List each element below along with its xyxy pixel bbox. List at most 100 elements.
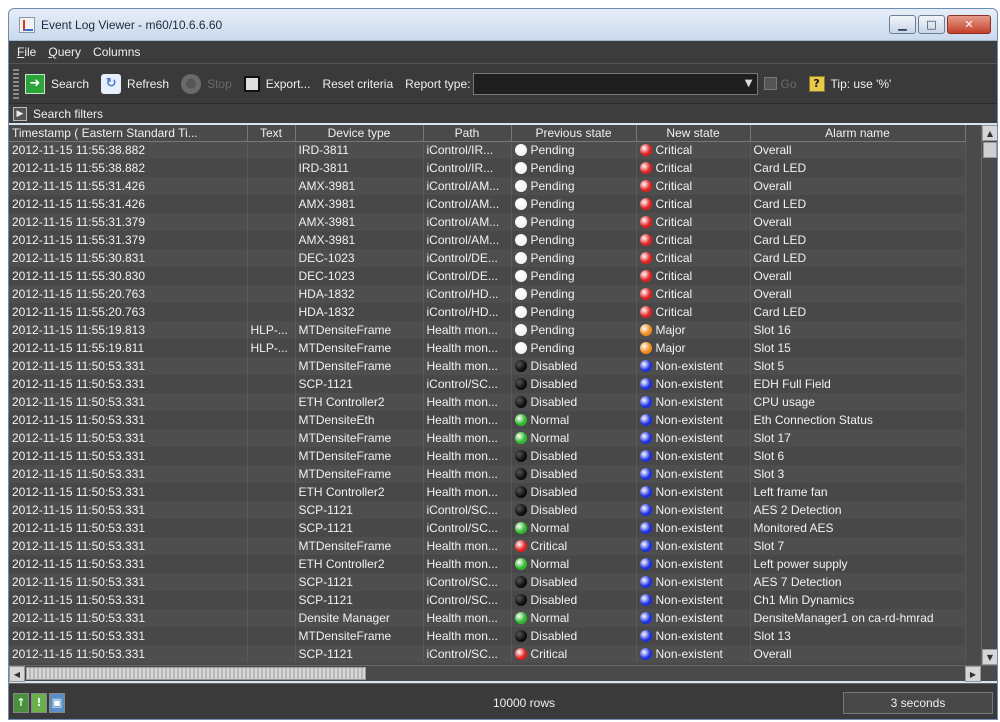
- table-row[interactable]: 2012-11-15 11:55:38.882 IRD-3811 iControl/…: [9, 159, 966, 177]
- vertical-scrollbar[interactable]: ▲ ▼: [981, 125, 997, 665]
- new-state-label: Critical: [655, 143, 693, 158]
- table-row[interactable]: 2012-11-15 11:50:53.331 MTDensiteFrame Hea…: [9, 627, 966, 645]
- status-dot-icon: [514, 144, 527, 157]
- cell-text: [247, 177, 296, 195]
- table-row[interactable]: 2012-11-15 11:55:31.426 AMX-3981 iControl/…: [9, 195, 966, 213]
- table-row[interactable]: 2012-11-15 11:50:53.331 MTDensiteFrame Hea…: [9, 465, 966, 483]
- close-button[interactable]: ✕: [947, 15, 991, 34]
- table-row[interactable]: 2012-11-15 11:50:53.331 MTDensiteFrame Hea…: [9, 447, 966, 465]
- search-filters-bar[interactable]: ▶ Search filters: [9, 103, 997, 123]
- arrow-right-icon: ➜: [25, 73, 45, 94]
- table-row[interactable]: 2012-11-15 11:55:20.763 HDA-1832 iControl/…: [9, 303, 966, 321]
- table-row[interactable]: 2012-11-15 11:50:53.331 MTDensiteFrame Hea…: [9, 357, 966, 375]
- table-row[interactable]: 2012-11-15 11:55:31.426 AMX-3981 iControl/…: [9, 177, 966, 195]
- cell-text: [247, 249, 296, 267]
- stop-label: Stop: [207, 76, 232, 91]
- col-header-alarm-name[interactable]: Alarm name: [750, 125, 966, 142]
- alert-icon[interactable]: !: [31, 692, 47, 713]
- cell-alarm-name: Slot 7: [750, 537, 966, 555]
- horizontal-scroll-thumb[interactable]: [26, 667, 366, 680]
- cell-text: [247, 393, 296, 411]
- table-row[interactable]: 2012-11-15 11:50:53.331 ETH Controller2 He…: [9, 393, 966, 411]
- table-row[interactable]: 2012-11-15 11:50:53.331 SCP-1121 iControl/…: [9, 519, 966, 537]
- col-header-new-state[interactable]: New state: [636, 125, 751, 142]
- new-state-label: Non-existent: [655, 647, 723, 661]
- cell-text: HLP-...: [247, 339, 296, 357]
- reset-criteria-button[interactable]: Reset criteria: [322, 77, 393, 91]
- table-row[interactable]: 2012-11-15 11:55:30.831 DEC-1023 iControl/…: [9, 249, 966, 267]
- sort-ascending-icon[interactable]: ↑: [13, 692, 29, 713]
- status-dot-icon: [514, 630, 527, 642]
- cell-alarm-name: Slot 16: [750, 321, 966, 339]
- cell-path: iControl/SC...: [423, 591, 512, 609]
- stop-button[interactable]: ● Stop: [181, 73, 232, 94]
- table-row[interactable]: 2012-11-15 11:55:30.830 DEC-1023 iControl/…: [9, 267, 966, 285]
- cell-previous-state: Pending: [511, 213, 637, 231]
- status-dot-icon: [514, 612, 527, 624]
- toolbar-grip[interactable]: [13, 68, 19, 99]
- refresh-button[interactable]: ↻ Refresh: [101, 73, 169, 94]
- expand-icon[interactable]: ▶: [13, 106, 27, 121]
- scroll-down-icon[interactable]: ▼: [982, 649, 997, 665]
- status-dot-icon: [514, 396, 527, 408]
- cell-alarm-name: Slot 5: [750, 357, 966, 375]
- cell-timestamp: 2012-11-15 11:55:19.813: [9, 321, 248, 339]
- table-row[interactable]: 2012-11-15 11:50:53.331 ETH Controller2 He…: [9, 555, 966, 573]
- table-row[interactable]: 2012-11-15 11:50:53.331 SCP-1121 iControl/…: [9, 591, 966, 609]
- previous-state-label: Disabled: [530, 377, 578, 391]
- menu-columns[interactable]: Columns: [93, 45, 140, 59]
- table-row[interactable]: 2012-11-15 11:50:53.331 SCP-1121 iControl/…: [9, 375, 966, 393]
- cell-timestamp: 2012-11-15 11:55:31.426: [9, 195, 248, 213]
- col-header-device-type[interactable]: Device type: [295, 125, 424, 142]
- new-state-label: Critical: [655, 215, 693, 229]
- minimize-button[interactable]: ▁: [889, 15, 916, 34]
- go-button[interactable]: Go: [781, 77, 797, 91]
- table-row[interactable]: 2012-11-15 11:55:31.379 AMX-3981 iControl/…: [9, 231, 966, 249]
- cell-previous-state: Disabled: [511, 357, 637, 375]
- scroll-right-icon[interactable]: ▶: [965, 666, 981, 682]
- table-row[interactable]: 2012-11-15 11:50:53.331 SCP-1121 iControl/…: [9, 645, 966, 663]
- table-row[interactable]: 2012-11-15 11:50:53.331 MTDensiteFrame Hea…: [9, 429, 966, 447]
- horizontal-scrollbar[interactable]: ◀ ▶: [9, 665, 997, 682]
- table-row[interactable]: 2012-11-15 11:55:20.763 HDA-1832 iControl/…: [9, 285, 966, 303]
- table-row[interactable]: 2012-11-15 11:55:38.882 IRD-3811 iControl/…: [9, 141, 966, 159]
- table-row[interactable]: 2012-11-15 11:50:53.331 SCP-1121 iControl/…: [9, 501, 966, 519]
- menu-query[interactable]: Query: [48, 45, 81, 59]
- table-row[interactable]: 2012-11-15 11:55:31.379 AMX-3981 iControl/…: [9, 213, 966, 231]
- table-row[interactable]: 2012-11-15 11:55:19.813 HLP-... MTDensiteF…: [9, 321, 966, 339]
- table-row[interactable]: 2012-11-15 11:55:19.811 HLP-... MTDensiteF…: [9, 339, 966, 357]
- vertical-scroll-thumb[interactable]: [983, 142, 997, 158]
- table-row[interactable]: 2012-11-15 11:50:53.331 Densite Manager He…: [9, 609, 966, 627]
- report-type-select[interactable]: ▼: [472, 72, 758, 95]
- menu-file[interactable]: File: [17, 45, 36, 59]
- table-row[interactable]: 2012-11-15 11:50:53.331 MTDensiteFrame Hea…: [9, 537, 966, 555]
- cell-new-state: Major: [636, 339, 751, 357]
- cell-new-state: Critical: [636, 303, 751, 321]
- export-button[interactable]: Export...: [243, 75, 310, 92]
- cell-text: [247, 213, 296, 231]
- go-checkbox[interactable]: [763, 77, 777, 90]
- cell-previous-state: Disabled: [511, 447, 637, 465]
- cell-alarm-name: AES 7 Detection: [750, 573, 966, 591]
- monitor-icon[interactable]: ▣: [49, 692, 65, 713]
- cell-previous-state: Disabled: [511, 465, 637, 483]
- new-state-label: Non-existent: [655, 467, 723, 481]
- scroll-up-icon[interactable]: ▲: [982, 125, 997, 141]
- col-header-timestamp[interactable]: Timestamp ( Eastern Standard Ti...: [9, 125, 248, 142]
- previous-state-label: Pending: [530, 233, 575, 247]
- cell-path: Health mon...: [423, 447, 512, 465]
- scroll-left-icon[interactable]: ◀: [9, 666, 25, 682]
- col-header-previous-state[interactable]: Previous state: [511, 125, 637, 142]
- col-header-path[interactable]: Path: [423, 125, 512, 142]
- cell-path: iControl/AM...: [423, 231, 512, 249]
- status-dot-icon: [514, 342, 527, 354]
- cell-previous-state: Pending: [511, 195, 637, 213]
- search-button[interactable]: ➜ Search: [25, 73, 89, 94]
- cell-previous-state: Pending: [511, 303, 637, 321]
- table-row[interactable]: 2012-11-15 11:50:53.331 MTDensiteEth Healt…: [9, 411, 966, 429]
- table-row[interactable]: 2012-11-15 11:50:53.331 SCP-1121 iControl/…: [9, 573, 966, 591]
- maximize-button[interactable]: □: [918, 15, 945, 34]
- col-header-text[interactable]: Text: [247, 125, 296, 142]
- new-state-label: Critical: [655, 287, 693, 301]
- table-row[interactable]: 2012-11-15 11:50:53.331 ETH Controller2 He…: [9, 483, 966, 501]
